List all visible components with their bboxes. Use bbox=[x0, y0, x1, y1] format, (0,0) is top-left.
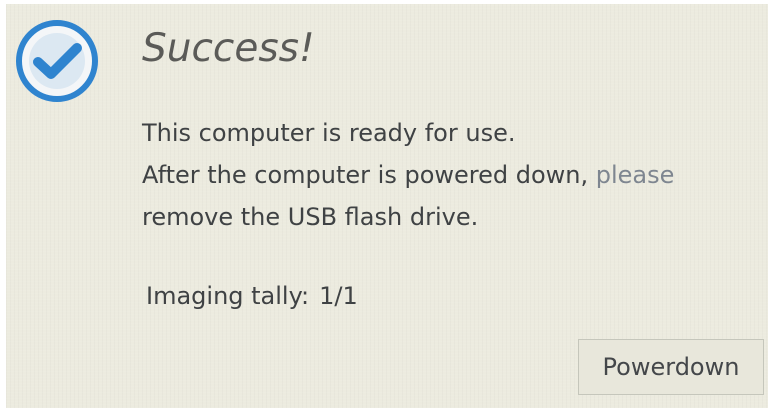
installer-screen: Success! This computer is ready for use.… bbox=[6, 4, 768, 408]
message-line-2-start: After the computer is powered down, bbox=[142, 161, 589, 189]
status-message: This computer is ready for use. After th… bbox=[142, 112, 768, 238]
tally-label: Imaging tally: bbox=[146, 282, 310, 310]
message-line-2: After the computer is powered down, plea… bbox=[142, 154, 768, 196]
success-title: Success! bbox=[142, 26, 315, 71]
checkmark-circle-icon bbox=[16, 20, 98, 102]
message-line-3: remove the USB flash drive. bbox=[142, 203, 479, 231]
imaging-tally: Imaging tally: 1/1 bbox=[146, 282, 358, 310]
message-line-1: This computer is ready for use. bbox=[142, 119, 516, 147]
message-line-2-end: please bbox=[595, 161, 675, 189]
powerdown-button[interactable]: Powerdown bbox=[578, 339, 764, 395]
tally-value: 1/1 bbox=[319, 282, 358, 310]
